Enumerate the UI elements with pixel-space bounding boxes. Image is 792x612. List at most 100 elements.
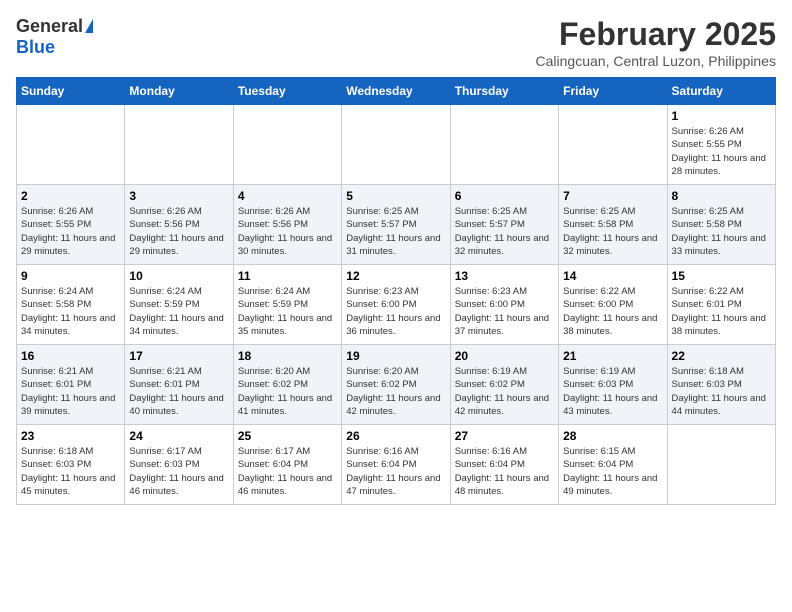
day-of-week-header: Sunday — [17, 78, 125, 105]
day-info: Sunrise: 6:24 AM Sunset: 5:58 PM Dayligh… — [21, 285, 120, 338]
calendar-cell — [233, 105, 341, 185]
logo-triangle-icon — [85, 19, 93, 33]
day-number: 13 — [455, 269, 554, 283]
calendar-cell: 1 Sunrise: 6:26 AM Sunset: 5:55 PM Daylig… — [667, 105, 775, 185]
day-number: 4 — [238, 189, 337, 203]
day-info: Sunrise: 6:21 AM Sunset: 6:01 PM Dayligh… — [129, 365, 228, 418]
calendar-week-row: 23Sunrise: 6:18 AM Sunset: 6:03 PM Dayli… — [17, 425, 776, 505]
day-info: Sunrise: 6:25 AM Sunset: 5:58 PM Dayligh… — [672, 205, 771, 258]
calendar-cell: 22 Sunrise: 6:18 AM Sunset: 6:03 PM Dayli… — [667, 345, 775, 425]
day-info: Sunrise: 6:22 AM Sunset: 6:01 PM Dayligh… — [672, 285, 771, 338]
day-info: Sunrise: 6:22 AM Sunset: 6:00 PM Dayligh… — [563, 285, 662, 338]
day-number: 3 — [129, 189, 228, 203]
calendar-cell: 4 Sunrise: 6:26 AM Sunset: 5:56 PM Daylig… — [233, 185, 341, 265]
calendar-cell: 5 Sunrise: 6:25 AM Sunset: 5:57 PM Daylig… — [342, 185, 450, 265]
calendar-cell: 20 Sunrise: 6:19 AM Sunset: 6:02 PM Dayli… — [450, 345, 558, 425]
day-number: 23 — [21, 429, 120, 443]
calendar-cell: 14 Sunrise: 6:22 AM Sunset: 6:00 PM Dayli… — [559, 265, 667, 345]
calendar-cell — [559, 105, 667, 185]
day-info: Sunrise: 6:16 AM Sunset: 6:04 PM Dayligh… — [455, 445, 554, 498]
calendar-cell: 8 Sunrise: 6:25 AM Sunset: 5:58 PM Daylig… — [667, 185, 775, 265]
calendar-cell: 13 Sunrise: 6:23 AM Sunset: 6:00 PM Dayli… — [450, 265, 558, 345]
day-number: 11 — [238, 269, 337, 283]
calendar-cell: 11Sunrise: 6:24 AM Sunset: 5:59 PM Dayli… — [233, 265, 341, 345]
day-number: 19 — [346, 349, 445, 363]
day-number: 6 — [455, 189, 554, 203]
day-info: Sunrise: 6:26 AM Sunset: 5:56 PM Dayligh… — [238, 205, 337, 258]
day-info: Sunrise: 6:21 AM Sunset: 6:01 PM Dayligh… — [21, 365, 120, 418]
calendar-cell: 15 Sunrise: 6:22 AM Sunset: 6:01 PM Dayli… — [667, 265, 775, 345]
calendar-cell: 17 Sunrise: 6:21 AM Sunset: 6:01 PM Dayli… — [125, 345, 233, 425]
day-number: 10 — [129, 269, 228, 283]
day-info: Sunrise: 6:19 AM Sunset: 6:03 PM Dayligh… — [563, 365, 662, 418]
day-number: 16 — [21, 349, 120, 363]
day-number: 8 — [672, 189, 771, 203]
calendar-cell: 16 Sunrise: 6:21 AM Sunset: 6:01 PM Dayli… — [17, 345, 125, 425]
month-year-title: February 2025 — [536, 16, 776, 53]
day-info: Sunrise: 6:26 AM Sunset: 5:55 PM Dayligh… — [672, 125, 771, 178]
day-number: 15 — [672, 269, 771, 283]
day-info: Sunrise: 6:25 AM Sunset: 5:57 PM Dayligh… — [346, 205, 445, 258]
day-info: Sunrise: 6:20 AM Sunset: 6:02 PM Dayligh… — [346, 365, 445, 418]
day-number: 25 — [238, 429, 337, 443]
day-number: 20 — [455, 349, 554, 363]
calendar-cell — [17, 105, 125, 185]
calendar-cell — [667, 425, 775, 505]
calendar-cell: 3 Sunrise: 6:26 AM Sunset: 5:56 PM Daylig… — [125, 185, 233, 265]
calendar-cell: 7 Sunrise: 6:25 AM Sunset: 5:58 PM Daylig… — [559, 185, 667, 265]
day-info: Sunrise: 6:26 AM Sunset: 5:55 PM Dayligh… — [21, 205, 120, 258]
logo-blue-text: Blue — [16, 37, 55, 58]
day-info: Sunrise: 6:20 AM Sunset: 6:02 PM Dayligh… — [238, 365, 337, 418]
calendar-table: SundayMondayTuesdayWednesdayThursdayFrid… — [16, 77, 776, 505]
calendar-cell: 19 Sunrise: 6:20 AM Sunset: 6:02 PM Dayli… — [342, 345, 450, 425]
calendar-cell: 27 Sunrise: 6:16 AM Sunset: 6:04 PM Dayli… — [450, 425, 558, 505]
day-number: 1 — [672, 109, 771, 123]
day-number: 17 — [129, 349, 228, 363]
day-number: 14 — [563, 269, 662, 283]
day-info: Sunrise: 6:24 AM Sunset: 5:59 PM Dayligh… — [129, 285, 228, 338]
calendar-cell: 2 Sunrise: 6:26 AM Sunset: 5:55 PM Daylig… — [17, 185, 125, 265]
day-number: 26 — [346, 429, 445, 443]
day-info: Sunrise: 6:19 AM Sunset: 6:02 PM Dayligh… — [455, 365, 554, 418]
day-number: 7 — [563, 189, 662, 203]
calendar-cell: 12Sunrise: 6:23 AM Sunset: 6:00 PM Dayli… — [342, 265, 450, 345]
day-info: Sunrise: 6:23 AM Sunset: 6:00 PM Dayligh… — [455, 285, 554, 338]
day-number: 5 — [346, 189, 445, 203]
calendar-cell: 26 Sunrise: 6:16 AM Sunset: 6:04 PM Dayli… — [342, 425, 450, 505]
calendar-week-row: 1 Sunrise: 6:26 AM Sunset: 5:55 PM Daylig… — [17, 105, 776, 185]
logo: General Blue — [16, 16, 93, 58]
day-info: Sunrise: 6:25 AM Sunset: 5:57 PM Dayligh… — [455, 205, 554, 258]
location-subtitle: Calingcuan, Central Luzon, Philippines — [536, 53, 776, 69]
calendar-cell: 28 Sunrise: 6:15 AM Sunset: 6:04 PM Dayli… — [559, 425, 667, 505]
page-header: General Blue February 2025 Calingcuan, C… — [16, 16, 776, 69]
day-number: 27 — [455, 429, 554, 443]
day-info: Sunrise: 6:16 AM Sunset: 6:04 PM Dayligh… — [346, 445, 445, 498]
days-of-week-row: SundayMondayTuesdayWednesdayThursdayFrid… — [17, 78, 776, 105]
calendar-cell: 6 Sunrise: 6:25 AM Sunset: 5:57 PM Daylig… — [450, 185, 558, 265]
day-info: Sunrise: 6:25 AM Sunset: 5:58 PM Dayligh… — [563, 205, 662, 258]
day-number: 28 — [563, 429, 662, 443]
day-of-week-header: Tuesday — [233, 78, 341, 105]
day-info: Sunrise: 6:15 AM Sunset: 6:04 PM Dayligh… — [563, 445, 662, 498]
day-info: Sunrise: 6:18 AM Sunset: 6:03 PM Dayligh… — [672, 365, 771, 418]
calendar-cell: 18 Sunrise: 6:20 AM Sunset: 6:02 PM Dayli… — [233, 345, 341, 425]
day-number: 2 — [21, 189, 120, 203]
day-number: 21 — [563, 349, 662, 363]
calendar-cell: 23Sunrise: 6:18 AM Sunset: 6:03 PM Dayli… — [17, 425, 125, 505]
title-section: February 2025 Calingcuan, Central Luzon,… — [536, 16, 776, 69]
day-number: 22 — [672, 349, 771, 363]
day-info: Sunrise: 6:17 AM Sunset: 6:04 PM Dayligh… — [238, 445, 337, 498]
calendar-cell: 25 Sunrise: 6:17 AM Sunset: 6:04 PM Dayli… — [233, 425, 341, 505]
calendar-cell: 24 Sunrise: 6:17 AM Sunset: 6:03 PM Dayli… — [125, 425, 233, 505]
day-of-week-header: Monday — [125, 78, 233, 105]
day-info: Sunrise: 6:26 AM Sunset: 5:56 PM Dayligh… — [129, 205, 228, 258]
calendar-cell: 21 Sunrise: 6:19 AM Sunset: 6:03 PM Dayli… — [559, 345, 667, 425]
day-number: 9 — [21, 269, 120, 283]
day-number: 18 — [238, 349, 337, 363]
day-info: Sunrise: 6:17 AM Sunset: 6:03 PM Dayligh… — [129, 445, 228, 498]
calendar-cell — [125, 105, 233, 185]
day-number: 24 — [129, 429, 228, 443]
day-info: Sunrise: 6:23 AM Sunset: 6:00 PM Dayligh… — [346, 285, 445, 338]
calendar-week-row: 9 Sunrise: 6:24 AM Sunset: 5:58 PM Daylig… — [17, 265, 776, 345]
calendar-cell — [342, 105, 450, 185]
